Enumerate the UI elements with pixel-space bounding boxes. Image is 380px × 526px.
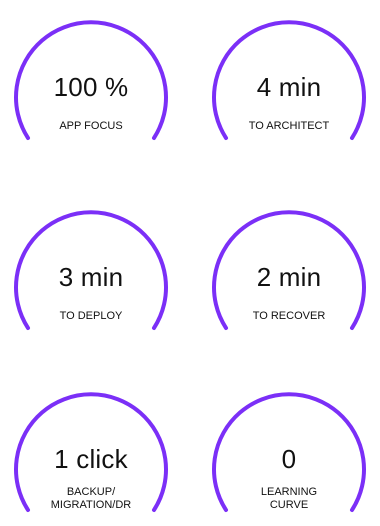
gauge-label-line: BACKUP/	[66, 486, 116, 498]
gauge-value: 3 min	[58, 262, 124, 292]
gauge-label-line: LEARNING	[260, 486, 318, 498]
gauge-to-deploy: 3 min TO DEPLOY	[8, 198, 174, 338]
gauge-label-line: MIGRATION/DR	[50, 499, 132, 511]
gauge-value: 1 click	[54, 444, 128, 474]
gauge-label-line: CURVE	[269, 499, 309, 511]
gauge-backup-migration-dr: 1 click BACKUP/ MIGRATION/DR	[8, 380, 174, 520]
gauge-to-architect: 4 min TO ARCHITECT	[206, 8, 372, 148]
gauge-label: TO DEPLOY	[59, 310, 123, 322]
gauge-value: 2 min	[256, 262, 322, 292]
gauge-app-focus: 100 % APP FOCUS	[8, 8, 174, 148]
gauge-value: 4 min	[256, 72, 322, 102]
gauge-to-recover: 2 min TO RECOVER	[206, 198, 372, 338]
gauge-label: TO RECOVER	[252, 310, 326, 322]
gauge-label: TO ARCHITECT	[248, 120, 330, 132]
gauge-label: APP FOCUS	[59, 120, 123, 132]
gauge-label: LEARNING CURVE	[224, 486, 354, 512]
gauge-learning-curve: 0 LEARNING CURVE	[206, 380, 372, 520]
gauge-value: 100 %	[53, 72, 129, 102]
gauge-label: BACKUP/ MIGRATION/DR	[26, 486, 156, 512]
gauge-value: 0	[281, 444, 297, 474]
